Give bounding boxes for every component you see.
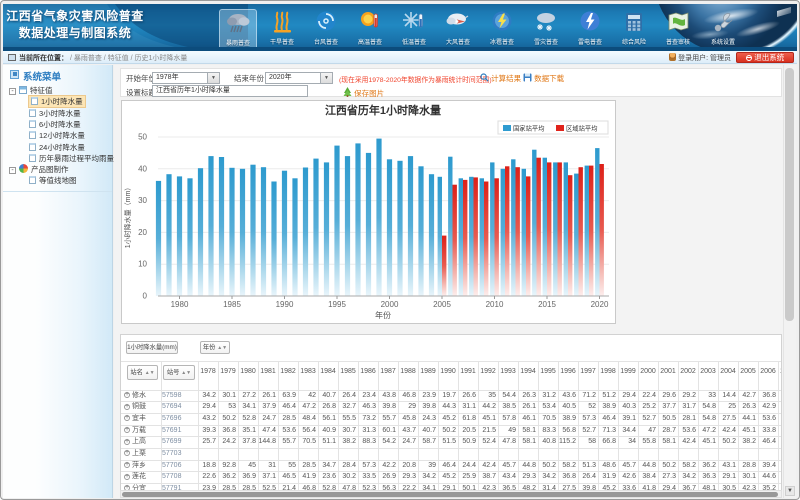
svg-text:1980: 1980 bbox=[171, 300, 189, 309]
svg-text:1990: 1990 bbox=[276, 300, 294, 309]
svg-text:30: 30 bbox=[138, 196, 147, 205]
svg-text:江西省历年1小时降水量: 江西省历年1小时降水量 bbox=[325, 103, 441, 117]
svg-text:2010: 2010 bbox=[486, 300, 504, 309]
svg-text:2000: 2000 bbox=[381, 300, 399, 309]
svg-text:2015: 2015 bbox=[538, 300, 556, 309]
svg-text:区域站平均: 区域站平均 bbox=[566, 124, 597, 133]
svg-text:2005: 2005 bbox=[433, 300, 451, 309]
svg-text:1小时降水量（mm）: 1小时降水量（mm） bbox=[123, 184, 132, 249]
svg-text:2020: 2020 bbox=[591, 300, 609, 309]
svg-text:年份: 年份 bbox=[375, 310, 391, 320]
svg-text:20: 20 bbox=[138, 228, 147, 237]
svg-text:1995: 1995 bbox=[328, 300, 346, 309]
svg-text:10: 10 bbox=[138, 260, 147, 269]
svg-text:50: 50 bbox=[138, 133, 147, 142]
svg-text:国家站平均: 国家站平均 bbox=[513, 124, 544, 133]
svg-text:40: 40 bbox=[138, 164, 147, 173]
svg-text:1985: 1985 bbox=[223, 300, 241, 309]
svg-text:0: 0 bbox=[143, 292, 148, 301]
